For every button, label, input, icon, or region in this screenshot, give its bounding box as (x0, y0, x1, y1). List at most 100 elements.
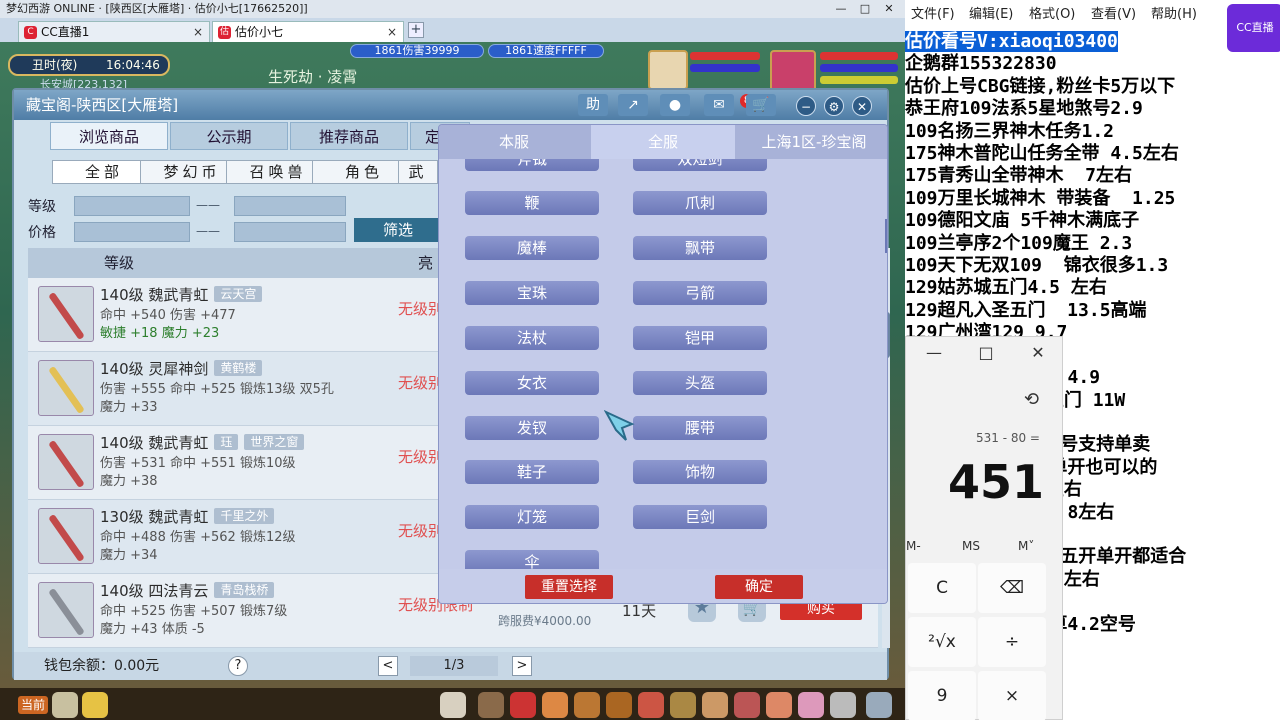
calc-display-value: 451 (947, 455, 1044, 509)
clear-button[interactable]: C (908, 563, 976, 613)
emoji-icon[interactable] (82, 692, 108, 718)
friends-icon[interactable] (574, 692, 600, 718)
calculator-window: — □ ✕ ⟲ 531 - 80 = 451 M- MS M˅ C ⌫ ²√x … (905, 336, 1063, 720)
menu-edit[interactable]: 编辑(E) (969, 0, 1013, 30)
option-lantern[interactable]: 灯笼 (465, 505, 599, 529)
column-light[interactable]: 亮 (418, 248, 433, 278)
column-level[interactable]: 等级 (104, 248, 134, 278)
menu-file[interactable]: 文件(F) (911, 0, 955, 30)
option-helmet[interactable]: 头盔 (633, 371, 767, 395)
help-question-icon[interactable]: ? (228, 656, 248, 676)
new-tab-button[interactable]: + (408, 22, 424, 38)
menu-format[interactable]: 格式(O) (1029, 0, 1075, 30)
cc-icon: C (24, 26, 37, 39)
bag-icon[interactable] (510, 692, 536, 718)
prev-page-button[interactable]: < (378, 656, 398, 676)
tab-close-icon[interactable]: × (193, 22, 203, 42)
game-clock: 丑时(夜) 16:04:46 (8, 54, 170, 76)
option-whip[interactable]: 鞭 (465, 191, 599, 215)
message-icon[interactable]: ✉ (704, 94, 734, 116)
price-min-input[interactable] (74, 222, 190, 242)
reset-selection-button[interactable]: 重置选择 (525, 575, 613, 599)
option-staff[interactable]: 法杖 (465, 326, 599, 350)
memory-store-button[interactable]: MS (962, 539, 980, 553)
category-weapon[interactable]: 武 (398, 160, 438, 184)
tab-browse[interactable]: 浏览商品 (50, 122, 168, 150)
item-stats-1: 命中 +540 伤害 +477 (100, 308, 236, 323)
memory-minus-button[interactable]: M- (906, 539, 921, 553)
player-avatar[interactable] (770, 50, 816, 92)
minimize-button[interactable]: — (830, 0, 852, 18)
tab-all-servers[interactable]: 全服 (591, 125, 735, 159)
share-icon[interactable]: ↗ (618, 94, 648, 116)
help-icon[interactable]: 助 (578, 94, 608, 116)
calc-close-button[interactable]: ✕ (1018, 343, 1058, 362)
option-armor[interactable]: 铠甲 (633, 326, 767, 350)
option-shoes[interactable]: 鞋子 (465, 460, 599, 484)
history-icon[interactable]: ⟲ (1024, 389, 1039, 410)
multiply-button[interactable]: × (978, 671, 1046, 720)
browser-titlebar: 梦幻西游 ONLINE · [陕西区[大雁塔] · 估价小七[17662520]… (0, 0, 905, 18)
tab-cc-live[interactable]: C CC直播1 × (18, 21, 210, 42)
option-dual-sword[interactable]: 双短剑 (633, 159, 767, 171)
digit-9-button[interactable]: 9 (908, 671, 976, 720)
shop-icon[interactable] (606, 692, 632, 718)
tab-appraiser[interactable]: 估 估价小七 × (212, 21, 404, 42)
option-female-robe[interactable]: 女衣 (465, 371, 599, 395)
skill-icon[interactable] (830, 692, 856, 718)
option-great-sword[interactable]: 巨剑 (633, 505, 767, 529)
next-page-button[interactable]: > (512, 656, 532, 676)
pet-icon[interactable] (440, 692, 466, 718)
option-accessory[interactable]: 饰物 (633, 460, 767, 484)
weapon-icon[interactable] (478, 692, 504, 718)
backspace-icon[interactable]: ⌫ (978, 563, 1046, 613)
popup-footer: 重置选择 确定 (439, 569, 887, 603)
current-channel-button[interactable]: 当前 (18, 696, 48, 714)
close-icon[interactable]: ✕ (852, 96, 872, 116)
menu-view[interactable]: 查看(V) (1091, 0, 1136, 30)
level-min-input[interactable] (74, 196, 190, 216)
option-claw[interactable]: 爪刺 (633, 191, 767, 215)
tab-public[interactable]: 公示期 (170, 122, 288, 150)
popup-scrollbar-thumb[interactable] (885, 219, 887, 253)
activity-icon[interactable] (766, 692, 792, 718)
team-icon[interactable] (542, 692, 568, 718)
confirm-button[interactable]: 确定 (715, 575, 803, 599)
system-icon[interactable] (734, 692, 760, 718)
filter-button[interactable]: 筛选 (354, 218, 442, 242)
close-button[interactable]: ✕ (878, 0, 900, 18)
square-root-button[interactable]: ²√x (908, 617, 976, 667)
tab-label: 估价小七 (235, 25, 284, 39)
option-bow[interactable]: 弓箭 (633, 281, 767, 305)
maximize-button[interactable]: □ (854, 0, 876, 18)
option-belt[interactable]: 腰带 (633, 416, 767, 440)
tab-this-server[interactable]: 本服 (439, 125, 589, 159)
menu-help[interactable]: 帮助(H) (1151, 0, 1197, 30)
tab-close-icon[interactable]: × (387, 22, 397, 42)
option-hairpin[interactable]: 发钗 (465, 416, 599, 440)
settings-icon[interactable]: ⚙ (824, 96, 844, 116)
task-icon[interactable] (670, 692, 696, 718)
record-icon[interactable]: ● (660, 94, 690, 116)
mall-icon[interactable] (798, 692, 824, 718)
guild-icon[interactable] (702, 692, 728, 718)
calc-minimize-button[interactable]: — (914, 343, 954, 362)
minimize-icon[interactable]: − (796, 96, 816, 116)
level-max-input[interactable] (234, 196, 346, 216)
option-umbrella[interactable]: 伞 (465, 550, 599, 569)
memory-list-button[interactable]: M˅ (1018, 539, 1034, 553)
cart-icon[interactable]: 🛒 (746, 94, 776, 116)
tab-recommended[interactable]: 推荐商品 (290, 122, 408, 150)
price-max-input[interactable] (234, 222, 346, 242)
calc-maximize-button[interactable]: □ (966, 343, 1006, 362)
divide-button[interactable]: ÷ (978, 617, 1046, 667)
option-orb[interactable]: 宝珠 (465, 281, 599, 305)
tab-shanghai-server[interactable]: 上海1区-珍宝阁 (739, 125, 887, 159)
computer-icon[interactable] (866, 692, 892, 718)
option-wand[interactable]: 魔棒 (465, 236, 599, 260)
option-axe[interactable]: 斧钺 (465, 159, 599, 171)
voice-icon[interactable] (52, 692, 78, 718)
option-ribbon[interactable]: 飘带 (633, 236, 767, 260)
gift-icon[interactable] (638, 692, 664, 718)
pet-avatar[interactable] (648, 50, 688, 90)
